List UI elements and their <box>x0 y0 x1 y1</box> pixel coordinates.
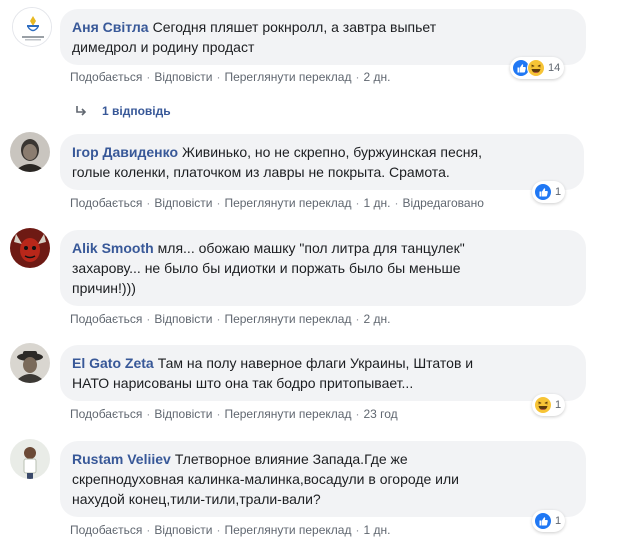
timestamp[interactable]: 2 дн. <box>363 70 390 84</box>
reply-arrow-icon <box>74 105 88 117</box>
comment-bubble: Ігор Давиденко Живинько, но не скрепно, б… <box>60 134 584 190</box>
reactions-summary[interactable]: 1 <box>532 394 566 416</box>
profile-photo-icon <box>10 228 50 268</box>
timestamp[interactable]: 23 год <box>363 407 397 421</box>
reply-link[interactable]: Відповісти <box>154 70 212 84</box>
like-icon <box>534 183 552 201</box>
like-link[interactable]: Подобається <box>70 196 142 210</box>
separator: · <box>146 523 151 537</box>
profile-photo-icon <box>10 132 50 172</box>
translate-link[interactable]: Переглянути переклад <box>224 523 351 537</box>
haha-icon <box>527 59 545 77</box>
haha-icon <box>534 396 552 414</box>
reaction-count: 14 <box>548 62 561 74</box>
reaction-count: 1 <box>555 399 562 411</box>
comment-text: Живинько, но не скрепно, буржуинская пес… <box>182 144 482 160</box>
reply-link[interactable]: Відповісти <box>154 523 212 537</box>
avatar[interactable] <box>10 343 50 383</box>
reactions-summary[interactable]: 14 <box>510 57 565 79</box>
separator: · <box>216 523 221 537</box>
reaction-count: 1 <box>555 515 562 527</box>
comment-actions: Подобається · Відповісти · Переглянути перек… <box>70 522 390 538</box>
comment-bubble: Alik Smooth мля... обожаю машку "пол литр… <box>60 230 586 306</box>
avatar[interactable] <box>12 7 52 47</box>
reaction-count: 1 <box>555 186 562 198</box>
comment-text-cont: нахудой конец,тили-тили,трали-вали? <box>72 491 321 507</box>
comment-text-cont: голые коленки, платочком из лавры не пок… <box>72 164 450 180</box>
comment-bubble: Rustam Veliiev Тлетворное влияние Запада.… <box>60 441 586 517</box>
comment-text: Там на полу наверное флаги Украины, Штат… <box>157 355 474 371</box>
reactions-summary[interactable]: 1 <box>532 510 566 532</box>
separator: · <box>146 407 151 421</box>
separator: · <box>146 70 151 84</box>
separator: · <box>355 312 360 326</box>
timestamp[interactable]: 1 дн. <box>363 523 390 537</box>
like-icon <box>534 512 552 530</box>
timestamp[interactable]: 2 дн. <box>363 312 390 326</box>
logo-avatar-icon <box>13 8 51 46</box>
like-link[interactable]: Подобається <box>70 407 142 421</box>
translate-link[interactable]: Переглянути переклад <box>224 196 351 210</box>
comment-author[interactable]: Alik Smooth <box>72 240 154 256</box>
comment-bubble: Аня Світла Сегодня пляшет рокнролл, а зав… <box>60 9 586 65</box>
separator: · <box>216 70 221 84</box>
translate-link[interactable]: Переглянути переклад <box>224 407 351 421</box>
comment-actions: Подобається · Відповісти · Переглянути перек… <box>70 195 484 211</box>
comment-text-cont: НАТО нарисованы што она так бодро притоп… <box>72 375 414 391</box>
comment-text: мля... обожаю машку "пол литра для танцу… <box>157 240 465 256</box>
like-link[interactable]: Подобається <box>70 523 142 537</box>
separator: · <box>355 523 360 537</box>
comment-author[interactable]: Аня Світла <box>72 19 149 35</box>
translate-link[interactable]: Переглянути переклад <box>224 70 351 84</box>
separator: · <box>355 407 360 421</box>
comment-text-cont: скрепнодуховная калинка-малинка,восадули… <box>72 471 459 487</box>
comment-text-cont: захарову... не было бы идиотки и поржать… <box>72 260 461 276</box>
avatar[interactable] <box>10 132 50 172</box>
profile-photo-icon <box>10 439 50 479</box>
separator: · <box>355 70 360 84</box>
comment-bubble: El Gato Zeta Там на полу наверное флаги У… <box>60 345 586 401</box>
reactions-summary[interactable]: 1 <box>532 181 566 203</box>
comment-actions: Подобається · Відповісти · Переглянути перек… <box>70 311 390 327</box>
reply-link[interactable]: Відповісти <box>154 312 212 326</box>
like-link[interactable]: Подобається <box>70 312 142 326</box>
avatar[interactable] <box>10 439 50 479</box>
comment-author[interactable]: Rustam Veliiev <box>72 451 171 467</box>
separator: · <box>394 196 399 210</box>
profile-photo-icon <box>10 343 50 383</box>
translate-link[interactable]: Переглянути переклад <box>224 312 351 326</box>
separator: · <box>216 407 221 421</box>
separator: · <box>216 312 221 326</box>
separator: · <box>146 312 151 326</box>
separator: · <box>355 196 360 210</box>
edited-label[interactable]: Відредаговано <box>402 196 483 210</box>
comment-author[interactable]: El Gato Zeta <box>72 355 154 371</box>
reply-link[interactable]: Відповісти <box>154 407 212 421</box>
comment-text: Сегодня пляшет рокнролл, а завтра выпьет <box>152 19 437 35</box>
timestamp[interactable]: 1 дн. <box>363 196 390 210</box>
comment-author[interactable]: Ігор Давиденко <box>72 144 178 160</box>
comment-actions: Подобається · Відповісти · Переглянути перек… <box>70 69 390 85</box>
comment-text-cont: причин!))) <box>72 280 136 296</box>
replies-count-label[interactable]: 1 відповідь <box>102 104 171 118</box>
separator: · <box>216 196 221 210</box>
comment-text: Тлетворное влияние Запада.Где же <box>174 451 408 467</box>
view-replies-link[interactable]: 1 відповідь <box>74 104 171 118</box>
separator: · <box>146 196 151 210</box>
comment-text-cont: димедрол и родину продаст <box>72 39 255 55</box>
like-link[interactable]: Подобається <box>70 70 142 84</box>
comment-actions: Подобається · Відповісти · Переглянути перек… <box>70 406 398 422</box>
avatar[interactable] <box>10 228 50 268</box>
reply-link[interactable]: Відповісти <box>154 196 212 210</box>
